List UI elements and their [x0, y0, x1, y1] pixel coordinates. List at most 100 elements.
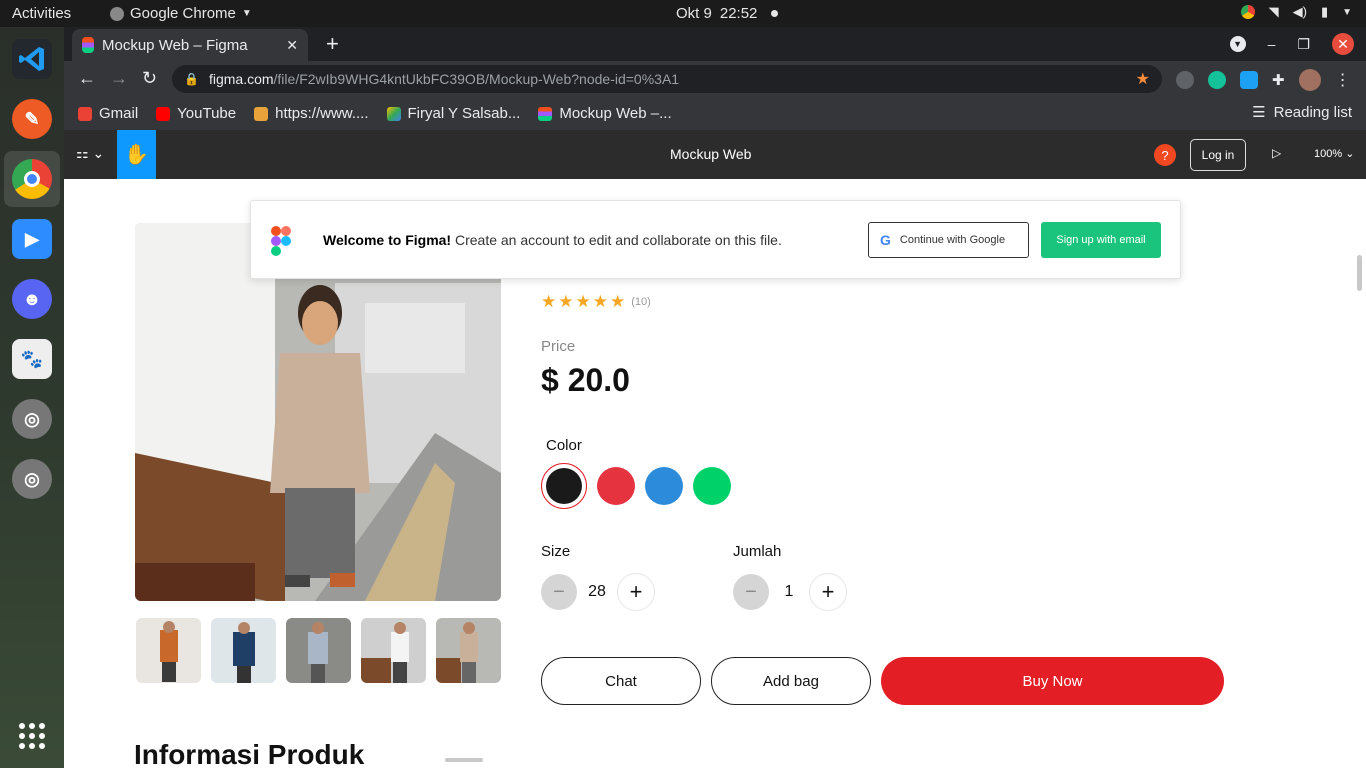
- chrome-tray-icon[interactable]: [1240, 5, 1255, 19]
- new-tab-icon[interactable]: +: [326, 31, 339, 57]
- size-label: Size: [541, 543, 571, 560]
- bookmark-figma[interactable]: Mockup Web –...: [538, 105, 672, 122]
- chrome-dock-icon[interactable]: [12, 159, 52, 199]
- product-thumbnail[interactable]: [436, 618, 501, 683]
- welcome-title: Welcome to Figma!: [323, 232, 452, 248]
- star-icon: ★: [558, 292, 574, 311]
- bookmark-star-icon[interactable]: ★: [1136, 69, 1150, 89]
- volume-icon[interactable]: ◀): [1293, 4, 1307, 20]
- color-swatch-red[interactable]: [597, 467, 635, 505]
- quantity-increase-button[interactable]: +: [809, 573, 847, 611]
- quantity-decrease-button[interactable]: −: [733, 574, 769, 610]
- system-menu-caret-icon[interactable]: ▼: [1342, 7, 1352, 18]
- reading-list-label: Reading list: [1273, 103, 1352, 121]
- quantity-label: Jumlah: [733, 543, 782, 560]
- add-bag-button[interactable]: Add bag: [711, 657, 871, 705]
- size-decrease-button[interactable]: −: [541, 574, 577, 610]
- caret-down-icon: ▼: [241, 8, 252, 19]
- dock: ✎ ▶ ☻ 🐾 ◎ ◎: [0, 27, 64, 768]
- youtube-icon: [156, 106, 171, 121]
- forward-icon[interactable]: →: [110, 68, 128, 89]
- discord-icon[interactable]: ☻: [12, 279, 52, 319]
- figma-canvas[interactable]: Welcome to Figma! Create an account to e…: [64, 179, 1366, 768]
- continue-with-google-button[interactable]: G Continue with Google: [868, 222, 1029, 258]
- browser-tab[interactable]: Mockup Web – Figma ✕: [72, 29, 308, 61]
- system-tray[interactable]: ◥ ◀) ▮ ▼: [1240, 4, 1352, 20]
- sign-up-email-button[interactable]: Sign up with email: [1041, 222, 1161, 258]
- product-thumbnail[interactable]: [136, 618, 201, 683]
- app-menu-label: Google Chrome: [130, 5, 236, 22]
- product-thumbnail[interactable]: [361, 618, 426, 683]
- present-play-icon[interactable]: ▷: [1272, 146, 1281, 160]
- bookmark-label: Firyal Y Salsab...: [407, 105, 521, 122]
- extensions-area: ✚ ⋮: [1176, 69, 1351, 91]
- zoom-menu[interactable]: 100% ⌄: [1314, 147, 1354, 160]
- zoom-icon[interactable]: ▶: [12, 219, 52, 259]
- postman-icon[interactable]: ✎: [12, 99, 52, 139]
- color-swatch-blue[interactable]: [645, 467, 683, 505]
- vscode-icon[interactable]: [12, 39, 52, 79]
- bookmark-link[interactable]: https://www....: [254, 105, 369, 122]
- profile-avatar[interactable]: [1298, 69, 1321, 91]
- maximize-icon[interactable]: ❐: [1297, 36, 1310, 53]
- extension-c-icon[interactable]: [1176, 71, 1194, 89]
- show-apps-icon[interactable]: [19, 723, 45, 749]
- product-main-image[interactable]: [135, 223, 501, 601]
- back-icon[interactable]: ←: [78, 68, 96, 89]
- quantity-stepper: − 1 +: [733, 573, 847, 611]
- buy-now-button[interactable]: Buy Now: [881, 657, 1224, 705]
- battery-icon[interactable]: ▮: [1321, 4, 1328, 20]
- minimize-icon[interactable]: –: [1268, 36, 1276, 52]
- extension-box-icon[interactable]: [1240, 71, 1258, 89]
- figma-toolbar: ⚏ ⌄ ✋ Mockup Web ? Log in ▷ 100% ⌄: [64, 130, 1366, 179]
- tab-search-icon[interactable]: ▼: [1229, 36, 1246, 52]
- size-increase-button[interactable]: +: [617, 573, 655, 611]
- tab-title: Mockup Web – Figma: [102, 36, 248, 54]
- wifi-icon[interactable]: ◥: [1269, 4, 1279, 20]
- browser-toolbar: ← → ↻ 🔒 figma.com/file/F2wIb9WHG4kntUkbF…: [64, 61, 1366, 97]
- product-thumbnail[interactable]: [286, 618, 351, 683]
- disc-drive-icon[interactable]: ◎: [12, 459, 52, 499]
- chrome-menu-icon[interactable]: ⋮: [1335, 70, 1351, 90]
- star-icon: ★: [592, 292, 608, 311]
- lock-icon[interactable]: 🔒: [184, 72, 199, 86]
- google-g-icon: G: [880, 232, 891, 248]
- puzzle-icon[interactable]: ✚: [1272, 71, 1285, 89]
- zoom-level: 100%: [1314, 148, 1343, 160]
- hand-tool-icon[interactable]: ✋: [117, 130, 156, 179]
- figma-main-menu-icon[interactable]: ⚏ ⌄: [76, 145, 104, 162]
- activities-button[interactable]: Activities: [12, 5, 71, 22]
- login-button[interactable]: Log in: [1190, 139, 1246, 171]
- app-menu[interactable]: Google Chrome ▼: [110, 5, 252, 22]
- bookmark-gmail[interactable]: Gmail: [78, 105, 138, 122]
- bookmark-drive[interactable]: Firyal Y Salsab...: [386, 105, 521, 122]
- welcome-message: Welcome to Figma! Create an account to e…: [323, 232, 782, 248]
- bookmark-youtube[interactable]: YouTube: [156, 105, 236, 122]
- star-icon: ★: [575, 292, 591, 311]
- address-bar[interactable]: 🔒 figma.com/file/F2wIb9WHG4kntUkbFC39OB/…: [172, 65, 1162, 93]
- gimp-icon[interactable]: 🐾: [12, 339, 52, 379]
- clock[interactable]: Okt 9 22:52: [676, 5, 779, 22]
- product-thumbnail[interactable]: [211, 618, 276, 683]
- bookmark-label: YouTube: [177, 105, 237, 122]
- drive-icon: [386, 106, 401, 121]
- chrome-window: Mockup Web – Figma ✕ + ▼ – ❐ ✕ ← → ↻ 🔒 f…: [64, 27, 1366, 130]
- welcome-text: Create an account to edit and collaborat…: [451, 232, 782, 248]
- chat-button[interactable]: Chat: [541, 657, 701, 705]
- close-window-icon[interactable]: ✕: [1332, 33, 1354, 55]
- vertical-scrollbar[interactable]: [1357, 255, 1362, 291]
- help-icon[interactable]: ?: [1154, 144, 1176, 166]
- color-swatch-black[interactable]: [541, 463, 587, 509]
- color-swatch-green[interactable]: [693, 467, 731, 505]
- reload-icon[interactable]: ↻: [142, 68, 157, 89]
- welcome-banner: Welcome to Figma! Create an account to e…: [250, 200, 1181, 279]
- url-path: /file/F2wIb9WHG4kntUkbFC39OB/Mockup-Web?…: [273, 71, 680, 87]
- reading-list-button[interactable]: ☰ Reading list: [1252, 103, 1352, 122]
- grammarly-icon[interactable]: [1208, 71, 1226, 89]
- figma-icon: [538, 106, 553, 121]
- tab-close-icon[interactable]: ✕: [286, 37, 298, 54]
- quantity-value: 1: [784, 583, 794, 600]
- disc-drive-icon[interactable]: ◎: [12, 399, 52, 439]
- notification-dot-icon: [771, 10, 779, 17]
- bookmark-label: Gmail: [99, 105, 139, 122]
